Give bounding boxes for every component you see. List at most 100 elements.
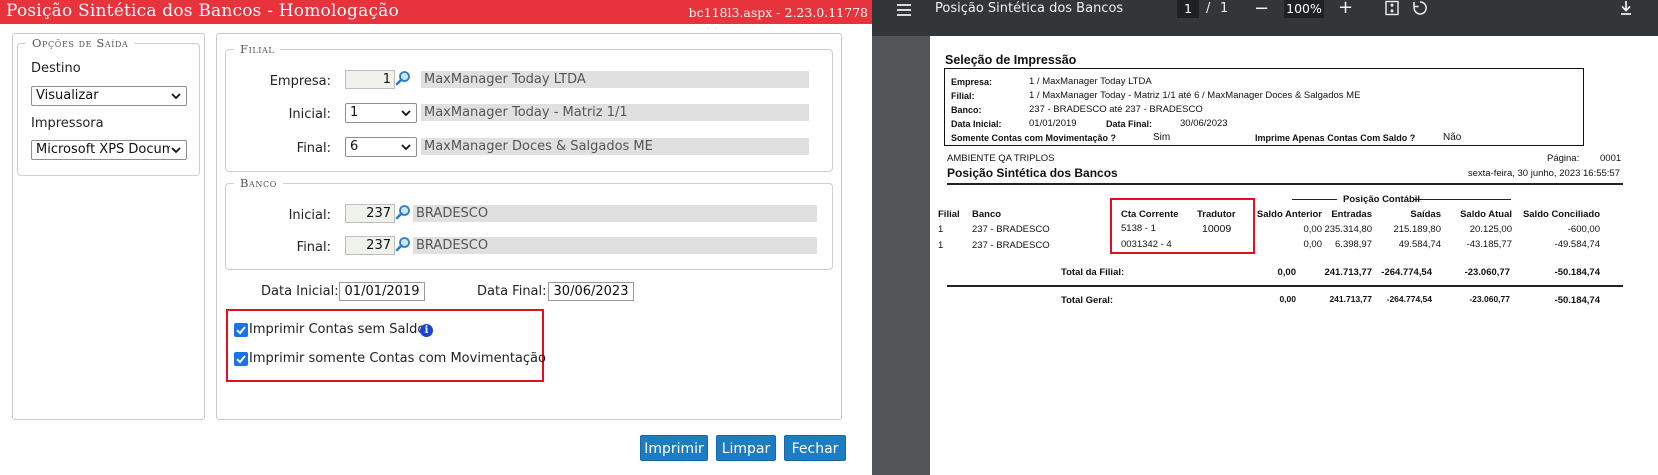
group-rule-right <box>1413 199 1511 200</box>
printer-label: Impressora <box>31 116 104 131</box>
page-value: 0001 <box>1600 153 1622 164</box>
chevron-down-icon <box>401 144 411 151</box>
rotate-icon[interactable] <box>1412 0 1428 16</box>
page-total: 1 <box>1220 1 1229 16</box>
col-entradas: Entradas <box>1331 209 1372 220</box>
sel-bank-value: 237 - BRADESCO até 237 - BRADESCO <box>1029 104 1203 115</box>
table-cell: 237 - BRADESCO <box>972 224 1050 235</box>
with-movement-label[interactable]: Imprimir somente Contas com Movimentação <box>249 351 546 366</box>
table-row: 1 <box>938 240 944 251</box>
sel-movement-value: Sim <box>1153 132 1171 143</box>
branch-initial-label: Inicial: <box>288 107 331 122</box>
branch-initial-select[interactable]: 1 <box>345 103 417 123</box>
with-movement-checkbox[interactable] <box>234 352 248 366</box>
table-cell: -43.185,77 <box>1466 239 1512 250</box>
total-geral-saldo-atual: -23.060,77 <box>1469 294 1510 304</box>
total-geral-label: Total Geral: <box>1061 295 1114 306</box>
sel-bank-label: Banco: <box>951 105 982 115</box>
no-balance-checkbox[interactable] <box>234 323 248 337</box>
total-geral-saldo-anterior: 0,00 <box>1279 294 1296 304</box>
bank-final-label: Final: <box>296 240 331 255</box>
bank-final-name-field: BRADESCO <box>413 237 817 254</box>
total-filial-saidas: -264.774,54 <box>1381 267 1432 278</box>
clear-button[interactable]: Limpar <box>716 435 776 461</box>
branch-final-select[interactable]: 6 <box>345 137 417 157</box>
download-icon[interactable] <box>1618 0 1634 16</box>
info-icon[interactable]: i <box>420 324 433 337</box>
zoom-in-button[interactable]: + <box>1338 0 1353 18</box>
table-row: 1 <box>938 224 944 235</box>
table-cell: 237 - BRADESCO <box>972 240 1050 251</box>
end-date-label: Data Final: <box>477 284 547 299</box>
table-cell: 20.125,00 <box>1469 224 1512 235</box>
group-rule-left <box>1292 199 1337 200</box>
no-balance-label[interactable]: Imprimir Contas sem Saldo <box>249 322 425 337</box>
chevron-down-icon <box>170 144 182 156</box>
bank-initial-name-field: BRADESCO <box>413 205 817 222</box>
branch-legend: Filial <box>240 42 275 56</box>
total-filial-saldo-conciliado: -50.184,74 <box>1554 267 1600 278</box>
sel-balance-value: Não <box>1443 132 1462 143</box>
table-cell: -49.584,74 <box>1554 239 1600 250</box>
print-button[interactable]: Imprimir <box>640 435 708 461</box>
group-header: Posição Contábil <box>1343 194 1421 205</box>
company-code-input[interactable]: 1 <box>345 70 395 89</box>
sel-end-label: Data Final: <box>1106 119 1153 129</box>
zoom-out-button[interactable]: − <box>1254 0 1269 19</box>
environment-label: AMBIENTE QA TRIPLOS <box>947 153 1055 164</box>
chevron-down-icon <box>171 93 181 100</box>
start-date-label: Data Inicial: <box>261 284 339 299</box>
page-label: Página: <box>1547 153 1580 164</box>
destination-label: Destino <box>31 61 81 76</box>
destination-select[interactable]: Visualizar <box>31 86 187 106</box>
output-options-legend: Opções de Saída <box>32 36 129 50</box>
viewer-toolbar: Posição Sintética dos Bancos 1 / 1 − 100… <box>872 0 1658 36</box>
col-filial: Filial <box>938 209 960 220</box>
page-separator: / <box>1206 1 1211 16</box>
total-filial-label: Total da Filial: <box>1061 267 1125 278</box>
document-title: Posição Sintética dos Bancos <box>935 1 1124 16</box>
window-title: Posição Sintética dos Bancos - Homologaç… <box>6 1 399 21</box>
col-banco: Banco <box>972 209 1002 220</box>
table-cell: 215.189,80 <box>1393 224 1441 235</box>
start-date-input[interactable]: 01/01/2019 <box>339 282 425 301</box>
sel-branch-label: Filial: <box>951 91 975 101</box>
sel-start-value: 01/01/2019 <box>1029 118 1077 129</box>
checkbox-highlight-box <box>226 309 544 382</box>
output-options-panel: Opções de Saída Destino Visualizar Impre… <box>12 33 205 420</box>
sel-start-label: Data Inicial: <box>951 119 1002 129</box>
close-button[interactable]: Fechar <box>784 435 846 461</box>
bank-fieldset: Banco <box>225 176 833 270</box>
printer-select[interactable]: Microsoft XPS Docum <box>31 140 187 160</box>
total-geral-saldo-conciliado: -50.184,74 <box>1554 295 1600 306</box>
sel-end-value: 30/06/2023 <box>1180 118 1228 129</box>
total-geral-saidas: -264.774,54 <box>1386 294 1432 304</box>
end-date-input[interactable]: 30/06/2023 <box>548 282 634 301</box>
company-name-field: MaxManager Today LTDA <box>421 71 809 88</box>
table-cell: 6.398,97 <box>1335 239 1372 250</box>
title-bar: Posição Sintética dos Bancos - Homologaç… <box>0 0 872 24</box>
report-form-window: Posição Sintética dos Bancos - Homologaç… <box>0 0 872 475</box>
report-date-time: sexta-feira, 30 junho, 2023 16:55:57 <box>1467 168 1620 179</box>
branch-final-name-field: MaxManager Doces & Salgados ME <box>421 138 809 155</box>
col-saldo-atual: Saldo Atual <box>1460 209 1512 220</box>
column-highlight-box <box>1110 198 1255 254</box>
sel-movement-label: Somente Contas com Movimentação ? <box>951 133 1117 143</box>
table-cell: -600,00 <box>1567 224 1600 235</box>
total-filial-saldo-atual: -23.060,77 <box>1464 267 1510 278</box>
selection-title: Seleção de Impressão <box>945 53 1077 67</box>
fit-page-icon[interactable] <box>1384 0 1400 16</box>
branch-initial-name-field: MaxManager Today - Matriz 1/1 <box>421 104 809 121</box>
report-title: Posição Sintética dos Bancos <box>947 166 1118 180</box>
menu-icon[interactable] <box>896 2 912 18</box>
bank-initial-code-input[interactable]: 237 <box>345 204 395 223</box>
company-label: Empresa: <box>269 74 331 89</box>
search-icon[interactable] <box>395 204 411 220</box>
search-icon[interactable] <box>395 70 411 86</box>
zoom-level[interactable]: 100% <box>1284 0 1324 18</box>
page-number-input[interactable]: 1 <box>1177 0 1199 18</box>
bank-final-code-input[interactable]: 237 <box>345 236 395 255</box>
search-icon[interactable] <box>395 236 411 252</box>
branch-initial-value: 1 <box>350 105 359 120</box>
table-cell: 235.314,80 <box>1324 224 1372 235</box>
